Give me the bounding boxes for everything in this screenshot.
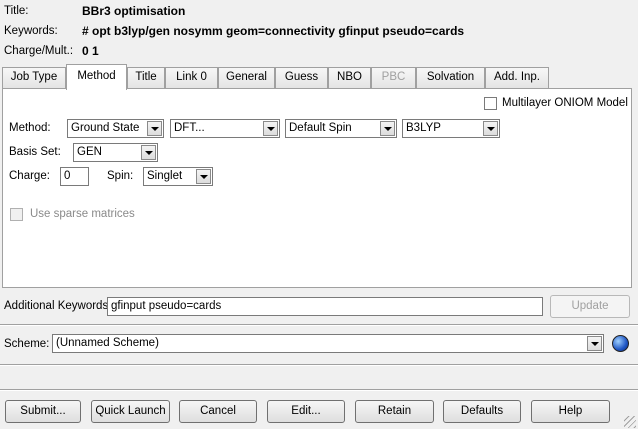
tab-title[interactable]: Title bbox=[127, 67, 165, 88]
scheme-label: Scheme: bbox=[4, 338, 50, 350]
tab-label: General bbox=[226, 71, 267, 83]
spin-type-select[interactable]: Default Spin bbox=[285, 119, 397, 138]
scheme-select[interactable]: (Unnamed Scheme) bbox=[52, 334, 604, 353]
basis-set-value: GEN bbox=[77, 146, 102, 158]
method-type-select[interactable]: DFT... bbox=[170, 119, 280, 138]
functional-value: B3LYP bbox=[406, 122, 441, 134]
chevron-down-icon bbox=[141, 145, 156, 160]
tab-label: Solvation bbox=[426, 71, 475, 83]
charge-mult-value: 0 1 bbox=[82, 44, 99, 58]
tab-link0[interactable]: Link 0 bbox=[165, 67, 218, 88]
tab-pbc[interactable]: PBC bbox=[371, 67, 416, 88]
method-label: Method: bbox=[9, 122, 51, 134]
resize-grip-icon[interactable] bbox=[624, 416, 636, 428]
tab-add-inp[interactable]: Add. Inp. bbox=[485, 67, 549, 88]
method-type-value: DFT... bbox=[174, 122, 205, 134]
tab-label: Link 0 bbox=[176, 71, 207, 83]
tab-label: Title bbox=[135, 71, 157, 83]
sparse-matrices-checkbox[interactable] bbox=[10, 208, 23, 221]
spin-type-value: Default Spin bbox=[289, 122, 352, 134]
chevron-down-icon bbox=[483, 121, 498, 136]
charge-input[interactable]: 0 bbox=[60, 167, 89, 186]
submit-button[interactable]: Submit... bbox=[5, 400, 81, 423]
chevron-down-icon bbox=[263, 121, 278, 136]
method-state-select[interactable]: Ground State bbox=[67, 119, 164, 138]
cancel-button[interactable]: Cancel bbox=[179, 400, 257, 423]
retain-button[interactable]: Retain bbox=[355, 400, 434, 423]
chevron-down-icon bbox=[147, 121, 162, 136]
keywords-value: # opt b3lyp/gen nosymm geom=connectivity… bbox=[82, 24, 465, 38]
additional-keywords-input[interactable]: gfinput pseudo=cards bbox=[107, 297, 543, 316]
tab-guess[interactable]: Guess bbox=[275, 67, 328, 88]
functional-select[interactable]: B3LYP bbox=[402, 119, 500, 138]
update-button[interactable]: Update bbox=[550, 295, 630, 318]
method-panel bbox=[2, 88, 632, 288]
help-button[interactable]: Help bbox=[531, 400, 610, 423]
separator bbox=[0, 364, 638, 366]
additional-keywords-label: Additional Keywords: bbox=[4, 300, 112, 312]
charge-mult-label: Charge/Mult.: bbox=[4, 45, 74, 57]
tab-method[interactable]: Method bbox=[66, 64, 127, 90]
title-label: Title: bbox=[4, 5, 29, 17]
edit-button[interactable]: Edit... bbox=[267, 400, 345, 423]
oniom-label: Multilayer ONIOM Model bbox=[502, 97, 628, 109]
chevron-down-icon bbox=[196, 169, 211, 184]
tab-general[interactable]: General bbox=[218, 67, 275, 88]
tab-job-type[interactable]: Job Type bbox=[2, 67, 66, 88]
defaults-button[interactable]: Defaults bbox=[443, 400, 521, 423]
method-state-value: Ground State bbox=[71, 122, 140, 134]
basis-set-label: Basis Set: bbox=[9, 146, 61, 158]
scheme-globe-icon[interactable] bbox=[612, 335, 629, 352]
spin-value: Singlet bbox=[147, 170, 183, 182]
chevron-down-icon bbox=[380, 121, 395, 136]
tab-solvation[interactable]: Solvation bbox=[416, 67, 485, 88]
tab-label: Add. Inp. bbox=[493, 71, 541, 83]
sparse-matrices-label: Use sparse matrices bbox=[30, 208, 135, 220]
title-value: BBr3 optimisation bbox=[82, 4, 186, 18]
tab-label: PBC bbox=[381, 71, 406, 83]
keywords-label: Keywords: bbox=[4, 25, 58, 37]
tab-label: Method bbox=[77, 70, 116, 82]
charge-label: Charge: bbox=[9, 170, 50, 182]
tab-nbo[interactable]: NBO bbox=[328, 67, 371, 88]
spin-label: Spin: bbox=[107, 170, 134, 182]
quick-launch-button[interactable]: Quick Launch bbox=[91, 400, 170, 423]
separator bbox=[0, 324, 638, 326]
tab-label: NBO bbox=[337, 71, 362, 83]
tab-label: Job Type bbox=[10, 71, 58, 83]
oniom-checkbox[interactable] bbox=[484, 97, 497, 110]
basis-set-select[interactable]: GEN bbox=[73, 143, 158, 162]
separator bbox=[0, 389, 638, 391]
tab-label: Guess bbox=[284, 71, 319, 83]
scheme-value: (Unnamed Scheme) bbox=[56, 337, 159, 349]
spin-select[interactable]: Singlet bbox=[143, 167, 213, 186]
chevron-down-icon bbox=[587, 336, 602, 351]
